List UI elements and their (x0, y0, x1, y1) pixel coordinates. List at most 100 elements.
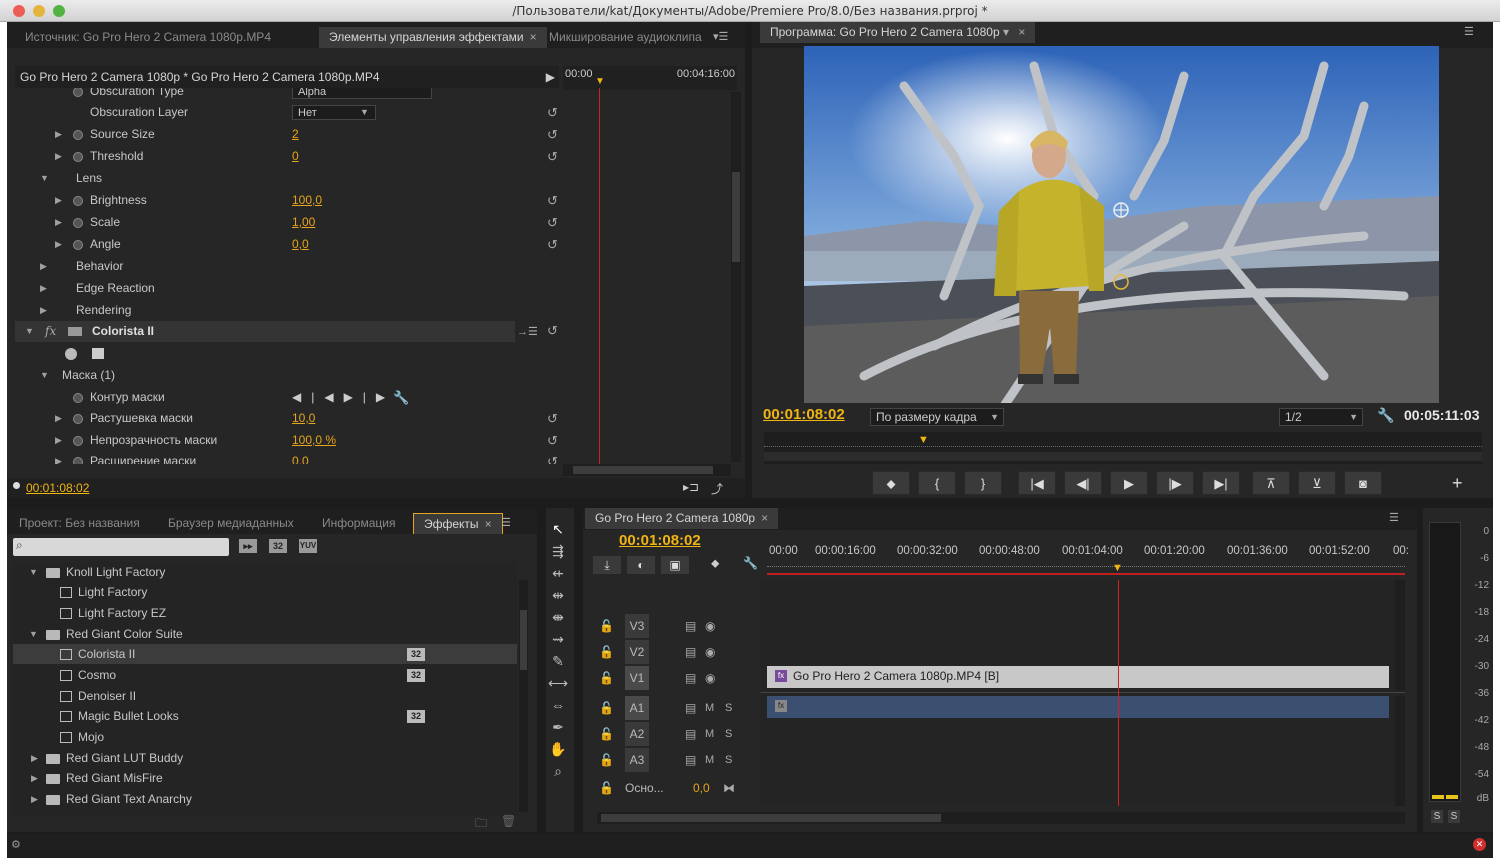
snap-icon[interactable]: ⤓ (593, 556, 621, 574)
tree-item-mojo[interactable]: Mojo (13, 727, 517, 747)
sync-lock-icon[interactable]: ▤ (685, 696, 696, 720)
mark-in-button[interactable]: { (918, 471, 956, 495)
tree-item-red-giant-color-suite[interactable]: ▼ Red Giant Color Suite (13, 624, 517, 644)
playhead-marker-icon[interactable]: ▼ (918, 434, 929, 446)
tab-project[interactable]: Проект: Без названия (9, 513, 150, 534)
ripple-edit-tool-icon[interactable]: ⇹ (546, 584, 570, 606)
solo-right-button[interactable]: S (1448, 810, 1460, 823)
video-clip-v1[interactable]: fx Go Pro Hero 2 Camera 1080p.MP4 [В] (767, 666, 1389, 688)
timeline-hscroll-thumb[interactable] (601, 814, 941, 822)
stopwatch-icon[interactable] (73, 436, 83, 446)
expand-triangle-icon[interactable]: ▶ (55, 451, 62, 464)
reset-icon[interactable]: ↺ (547, 146, 558, 167)
go-to-in-button[interactable]: |◀ (1018, 471, 1056, 495)
collapse-triangle-icon[interactable]: ▼ (29, 624, 38, 644)
ec-scroll-thumb[interactable] (732, 172, 740, 262)
panel-menu-icon[interactable]: ☰ (1389, 511, 1399, 524)
stopwatch-icon[interactable] (73, 218, 83, 228)
track-select-backward-tool-icon[interactable]: ⇷ (546, 562, 570, 584)
ec-timecode[interactable]: 00:01:08:02 (26, 481, 89, 495)
expand-timeline-icon[interactable]: ▶ (546, 66, 555, 88)
solo-button[interactable]: S (725, 748, 732, 772)
stopwatch-icon[interactable] (73, 414, 83, 424)
expand-triangle-icon[interactable]: ▶ (40, 256, 47, 277)
tree-item-light-factory-ez[interactable]: Light Factory EZ (13, 603, 517, 623)
tree-item-red-giant-text-anarchy[interactable]: ▶ Red Giant Text Anarchy (13, 789, 517, 809)
reset-icon[interactable]: ↺ (547, 234, 558, 255)
sync-lock-icon[interactable]: ▤ (685, 614, 696, 638)
sync-lock-icon[interactable]: ▤ (685, 722, 696, 746)
master-volume-value[interactable]: 0,0 (693, 776, 710, 800)
audio-tracks-scrollbar[interactable] (1395, 696, 1405, 806)
tab-media-browser[interactable]: Браузер медиаданных (158, 513, 304, 534)
stopwatch-icon[interactable] (73, 196, 83, 206)
solo-button[interactable]: S (725, 696, 732, 720)
expand-triangle-icon[interactable]: ▶ (31, 748, 38, 768)
accelerated-effects-filter-icon[interactable]: ▸▸ (239, 539, 257, 553)
hand-tool-icon[interactable]: ✋ (546, 738, 570, 760)
track-select-tool-icon[interactable]: ⇶ (546, 540, 570, 562)
tab-source[interactable]: Источник: Go Pro Hero 2 Camera 1080p.MP4 (15, 27, 281, 48)
sync-lock-icon[interactable]: ▤ (685, 640, 696, 664)
fx-toggle-icon[interactable]: fx (45, 321, 56, 342)
track-name[interactable]: A2 (625, 722, 649, 746)
mask-feather-value[interactable]: 10,0 (292, 408, 315, 429)
video-tracks-scrollbar[interactable] (1395, 580, 1405, 690)
selection-tool-icon[interactable]: ↖ (546, 518, 570, 540)
solo-left-button[interactable]: S (1431, 810, 1443, 823)
program-scrubber[interactable]: ▼ (764, 432, 1482, 464)
add-marker-button[interactable]: ⬥ (872, 471, 910, 495)
tree-item-red-giant-lut-buddy[interactable]: ▶ Red Giant LUT Buddy (13, 748, 517, 768)
chevron-down-icon[interactable]: ▾ (1003, 25, 1009, 39)
collapse-triangle-icon[interactable]: ▼ (25, 321, 34, 342)
tree-item-red-giant-misfire[interactable]: ▶ Red Giant MisFire (13, 768, 517, 788)
play-button[interactable]: ▶ (1110, 471, 1148, 495)
expand-triangle-icon[interactable]: ▶ (55, 146, 62, 167)
sync-lock-icon[interactable]: ▤ (685, 748, 696, 772)
stopwatch-icon[interactable] (73, 393, 83, 403)
panel-menu-icon[interactable]: ☰ (501, 516, 511, 529)
expand-triangle-icon[interactable]: ▶ (55, 408, 62, 429)
stopwatch-icon[interactable] (73, 88, 83, 97)
reset-icon[interactable]: ↺ (547, 451, 558, 464)
tree-item-knoll-light-factory[interactable]: ▼ Knoll Light Factory (13, 562, 517, 582)
expand-triangle-icon[interactable]: ▶ (31, 789, 38, 809)
expand-triangle-icon[interactable]: ▶ (40, 300, 47, 321)
expand-triangle-icon[interactable]: ▶ (40, 278, 47, 299)
effects-scrollbar[interactable] (519, 580, 528, 812)
mask-track-buttons[interactable]: ◀|◀▶|▶ (292, 387, 395, 408)
tree-item-magic-bullet-looks[interactable]: Magic Bullet Looks 32 (13, 706, 517, 726)
expand-triangle-icon[interactable]: ▶ (55, 234, 62, 255)
track-name[interactable]: V2 (625, 640, 649, 664)
track-name[interactable]: A3 (625, 748, 649, 772)
stopwatch-icon[interactable] (73, 240, 83, 250)
program-timecode[interactable]: 00:01:08:02 (763, 406, 845, 423)
track-name[interactable]: V3 (625, 614, 649, 638)
extract-button[interactable]: ⊻ (1298, 471, 1336, 495)
timeline-horizontal-scrollbar[interactable] (597, 812, 1405, 824)
mark-out-button[interactable]: } (964, 471, 1002, 495)
lock-icon[interactable]: 🔓 (599, 640, 614, 664)
tab-audio-clip-mixer[interactable]: Микширование аудиоклипа (539, 27, 712, 48)
effects-scroll-thumb[interactable] (520, 610, 527, 670)
step-forward-button[interactable]: |▶ (1156, 471, 1194, 495)
reset-icon[interactable]: ↺ (547, 212, 558, 233)
expand-triangle-icon[interactable]: ▶ (55, 212, 62, 233)
ec-horizontal-scrollbar[interactable] (563, 464, 731, 476)
tree-item-denoiser-ii[interactable]: Denoiser II (13, 686, 517, 706)
yuv-filter-button[interactable]: YUV (299, 539, 317, 553)
export-icon[interactable]: ⤴ (711, 480, 723, 497)
slip-tool-icon[interactable]: ⟷ (546, 672, 570, 694)
tab-sequence[interactable]: Go Pro Hero 2 Camera 1080p × (585, 508, 779, 529)
track-name[interactable]: V1 (625, 666, 649, 690)
marker-icon[interactable]: ⬥ (711, 556, 719, 571)
stopwatch-icon[interactable] (73, 152, 83, 162)
add-marker-icon[interactable]: ▣ (661, 556, 689, 574)
reset-icon[interactable]: ↺ (547, 430, 558, 451)
brightness-value[interactable]: 100,0 (292, 190, 322, 211)
settings-icon[interactable]: ⚙ (11, 838, 21, 851)
obscuration-type-dropdown[interactable]: Alpha (292, 88, 432, 99)
pen-tool-icon[interactable]: ✒ (546, 716, 570, 738)
lock-icon[interactable]: 🔓 (599, 696, 614, 720)
playhead-marker-icon[interactable]: ▼ (1112, 562, 1123, 574)
